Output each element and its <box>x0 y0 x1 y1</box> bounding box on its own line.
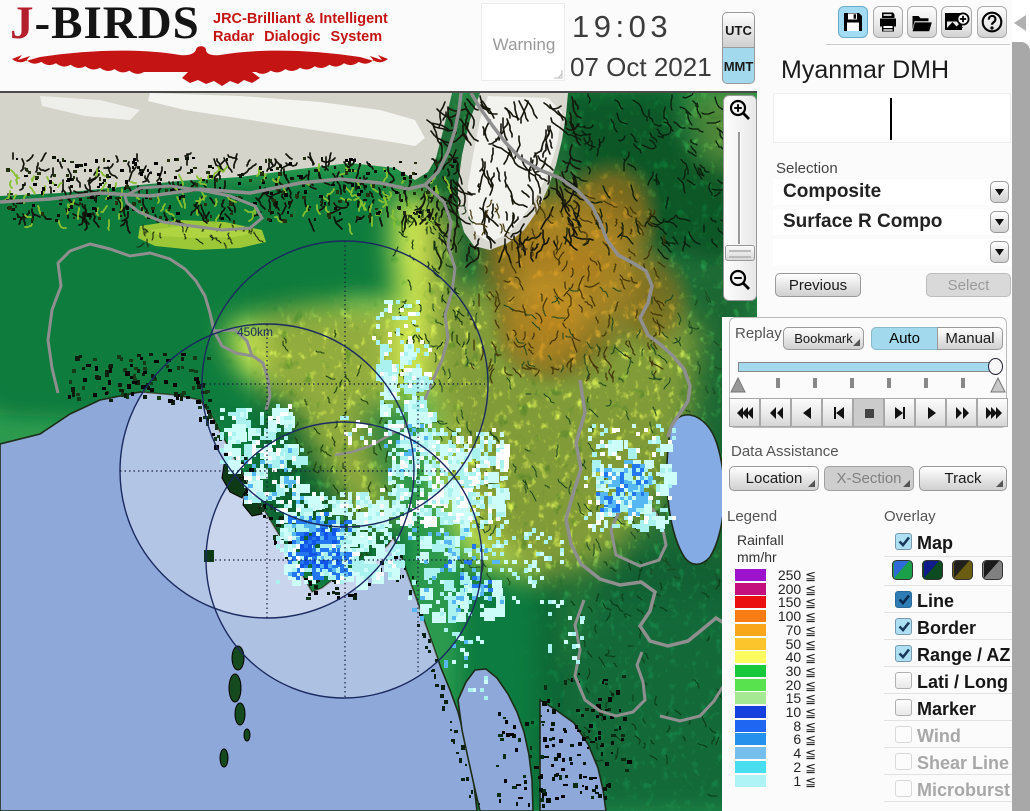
svg-text:450km: 450km <box>237 325 273 339</box>
